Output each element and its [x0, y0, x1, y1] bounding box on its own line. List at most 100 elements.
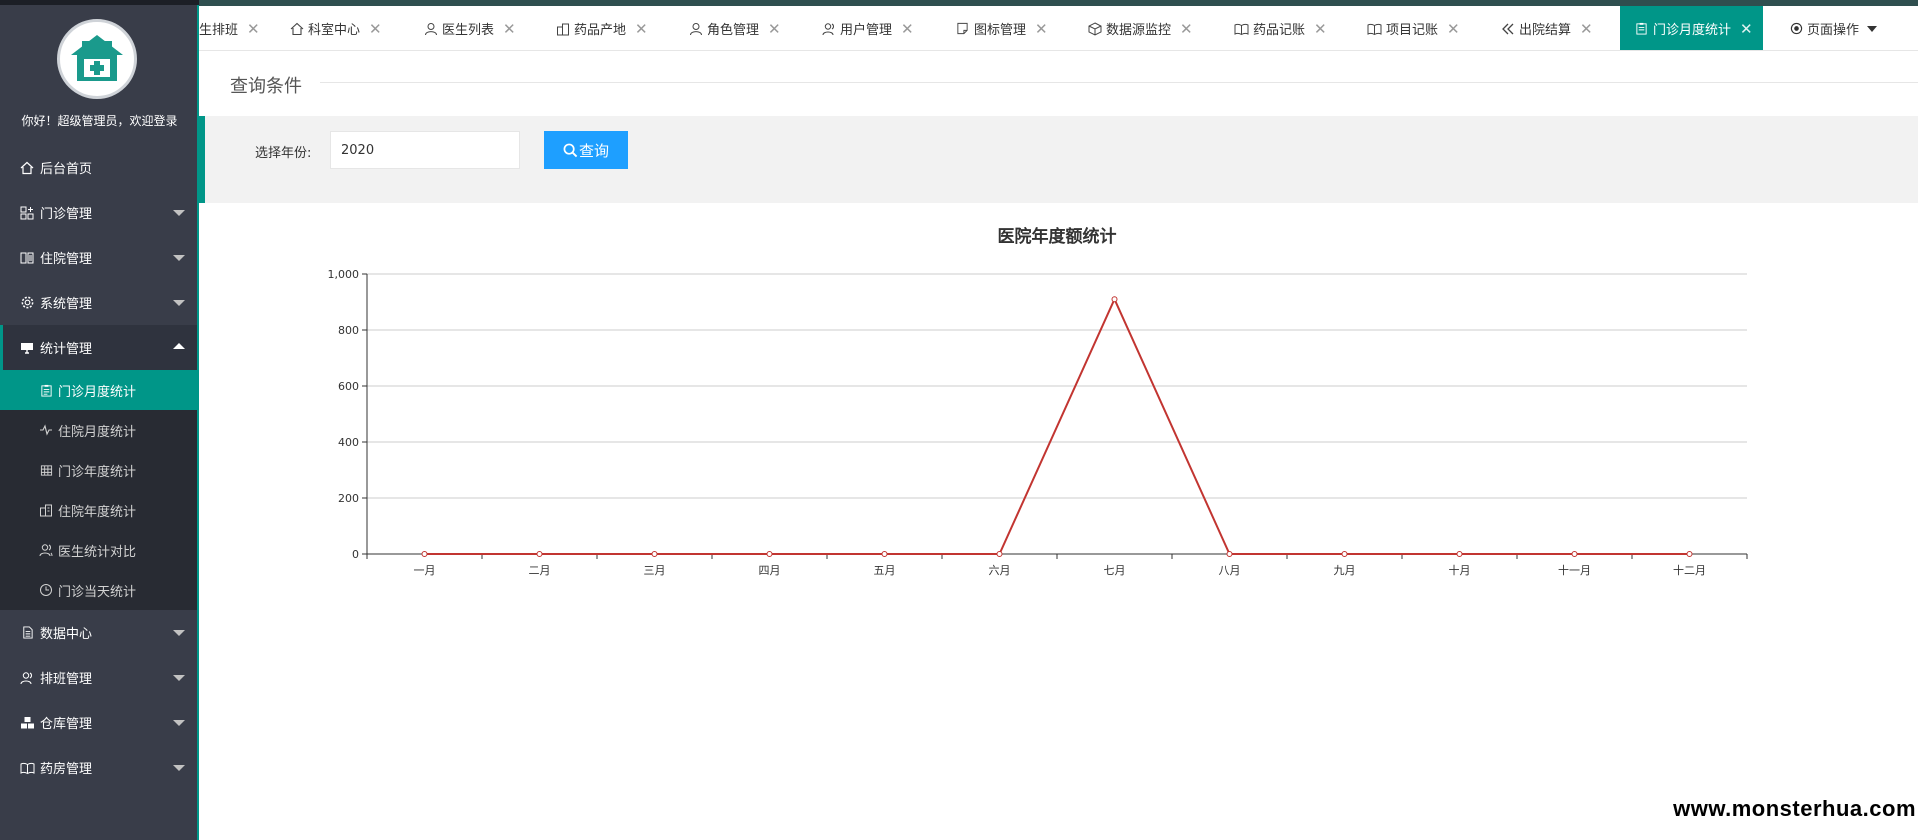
note-icon — [955, 21, 970, 36]
home-icon — [289, 21, 304, 36]
hospital-logo-icon — [71, 35, 123, 81]
sidebar-item-label: 仓库管理 — [40, 717, 93, 732]
chart-y-axis: 0 200 400 600 800 1,000 — [328, 268, 368, 561]
close-icon[interactable]: ✕ — [901, 20, 914, 38]
cube-icon — [1087, 21, 1102, 36]
x-tick-label: 二月 — [529, 564, 551, 577]
close-icon[interactable]: ✕ — [768, 20, 781, 38]
sidebar-subitem-inpatient-monthly[interactable]: 住院月度统计 — [0, 410, 197, 450]
sidebar-item-outpatient[interactable]: 门诊管理 — [0, 190, 197, 235]
sidebar-item-label: 统计管理 — [40, 342, 93, 357]
tab-label: 出院结算 — [1519, 23, 1572, 38]
sidebar-item-schedule[interactable]: 排班管理 — [0, 655, 197, 700]
sidebar-item-system[interactable]: 系统管理 — [0, 280, 197, 325]
data-point[interactable] — [996, 551, 1003, 557]
sidebar-item-inpatient[interactable]: 住院管理 — [0, 235, 197, 280]
close-icon[interactable]: ✕ — [1447, 20, 1460, 38]
year-label: 选择年份: — [255, 146, 312, 161]
x-tick-label: 九月 — [1334, 564, 1356, 577]
query-button-label: 查询 — [578, 141, 609, 160]
sidebar-subitem-outpatient-monthly[interactable]: 门诊月度统计 — [0, 370, 197, 410]
sidebar-subitem-inpatient-yearly[interactable]: 住院年度统计 — [0, 490, 197, 530]
data-point[interactable] — [766, 551, 773, 557]
tab-department-center[interactable]: 科室中心 ✕ — [289, 6, 382, 50]
sidebar-item-home[interactable]: 后台首页 — [0, 145, 197, 190]
tab-outpatient-monthly[interactable]: 门诊月度统计 ✕ — [1620, 6, 1763, 50]
year-input[interactable] — [330, 131, 520, 169]
sidebar-subitem-label: 住院月度统计 — [58, 424, 137, 440]
data-point[interactable] — [536, 551, 543, 557]
y-tick-label: 800 — [338, 324, 359, 337]
building-icon — [38, 502, 54, 518]
close-icon[interactable]: ✕ — [503, 20, 516, 38]
chevron-down-icon — [173, 210, 185, 216]
sidebar-item-warehouse[interactable]: 仓库管理 — [0, 700, 197, 745]
tab-discharge-settlement[interactable]: 出院结算 ✕ — [1500, 6, 1593, 50]
data-point[interactable] — [651, 551, 658, 557]
close-icon[interactable]: ✕ — [1180, 20, 1193, 38]
users-icon — [821, 21, 836, 36]
tab-doctor-list[interactable]: 医生列表 ✕ — [423, 6, 516, 50]
radio-dot-icon — [1790, 22, 1803, 35]
data-point[interactable] — [1686, 551, 1693, 557]
close-icon[interactable]: ✕ — [1740, 20, 1753, 38]
tab-drug-accounting[interactable]: 药品记账 ✕ — [1234, 6, 1327, 50]
tab-role-management[interactable]: 角色管理 ✕ — [688, 6, 781, 50]
y-tick-label: 600 — [338, 380, 359, 393]
sidebar-subitem-outpatient-yearly[interactable]: 门诊年度统计 — [0, 450, 197, 490]
chart-series — [421, 296, 1693, 557]
data-point[interactable] — [1456, 551, 1463, 557]
query-button[interactable]: 查询 — [544, 131, 628, 169]
hospital-logo — [57, 19, 137, 99]
chevron-down-icon — [173, 675, 185, 681]
data-point[interactable] — [1341, 551, 1348, 557]
page-operations-dropdown[interactable]: 页面操作 — [1790, 6, 1900, 51]
tab-label: 用户管理 — [840, 23, 893, 38]
data-point[interactable] — [1571, 551, 1578, 557]
close-icon[interactable]: ✕ — [1035, 20, 1048, 38]
tab-doctor-schedule[interactable]: 生排班 ✕ — [199, 6, 260, 50]
data-point[interactable] — [881, 551, 888, 557]
clipboard-icon — [1634, 21, 1649, 36]
chevron-up-icon — [173, 343, 185, 349]
sidebar-item-label: 药房管理 — [40, 762, 93, 777]
books-icon — [1234, 21, 1249, 36]
sidebar-item-pharmacy[interactable]: 药房管理 — [0, 745, 197, 790]
tab-datasource-monitor[interactable]: 数据源监控 ✕ — [1087, 6, 1193, 50]
close-icon[interactable]: ✕ — [1580, 20, 1593, 38]
sidebar-item-statistics[interactable]: 统计管理 — [0, 325, 197, 370]
y-tick-label: 1,000 — [328, 268, 360, 281]
close-icon[interactable]: ✕ — [635, 20, 648, 38]
page-operations-label: 页面操作 — [1807, 23, 1860, 38]
sidebar-item-data-center[interactable]: 数据中心 — [0, 610, 197, 655]
clipboard-icon — [38, 382, 54, 398]
tab-label: 项目记账 — [1386, 23, 1439, 38]
sidebar-top-strip — [0, 0, 199, 5]
close-icon[interactable]: ✕ — [1314, 20, 1327, 38]
tab-label: 数据源监控 — [1106, 23, 1172, 38]
book-open-icon — [19, 250, 35, 266]
users-icon — [38, 542, 54, 558]
tab-drug-origin[interactable]: 药品产地 ✕ — [555, 6, 648, 50]
tab-item-accounting[interactable]: 项目记账 ✕ — [1367, 6, 1460, 50]
monitor-icon — [19, 340, 35, 356]
data-point[interactable] — [421, 551, 428, 557]
x-tick-label: 七月 — [1104, 564, 1126, 577]
tab-icon-management[interactable]: 图标管理 ✕ — [955, 6, 1048, 50]
pulse-icon — [38, 422, 54, 438]
users-icon — [19, 670, 35, 686]
sidebar-subitem-doctor-compare[interactable]: 医生统计对比 — [0, 530, 197, 570]
clock-icon — [38, 582, 54, 598]
data-point[interactable] — [1226, 551, 1233, 557]
sidebar-item-label: 门诊管理 — [40, 207, 93, 222]
close-icon[interactable]: ✕ — [369, 20, 382, 38]
tab-user-management[interactable]: 用户管理 ✕ — [821, 6, 914, 50]
tab-label: 药品记账 — [1253, 23, 1306, 38]
x-tick-label: 十一月 — [1558, 563, 1591, 577]
chart-title: 医院年度额统计 — [998, 226, 1117, 247]
sidebar-subitem-outpatient-daily[interactable]: 门诊当天统计 — [0, 570, 197, 610]
data-point[interactable] — [1111, 296, 1118, 303]
sidebar-subitem-label: 门诊当天统计 — [58, 584, 137, 600]
x-tick-label: 十月 — [1449, 563, 1471, 577]
close-icon[interactable]: ✕ — [247, 20, 260, 38]
